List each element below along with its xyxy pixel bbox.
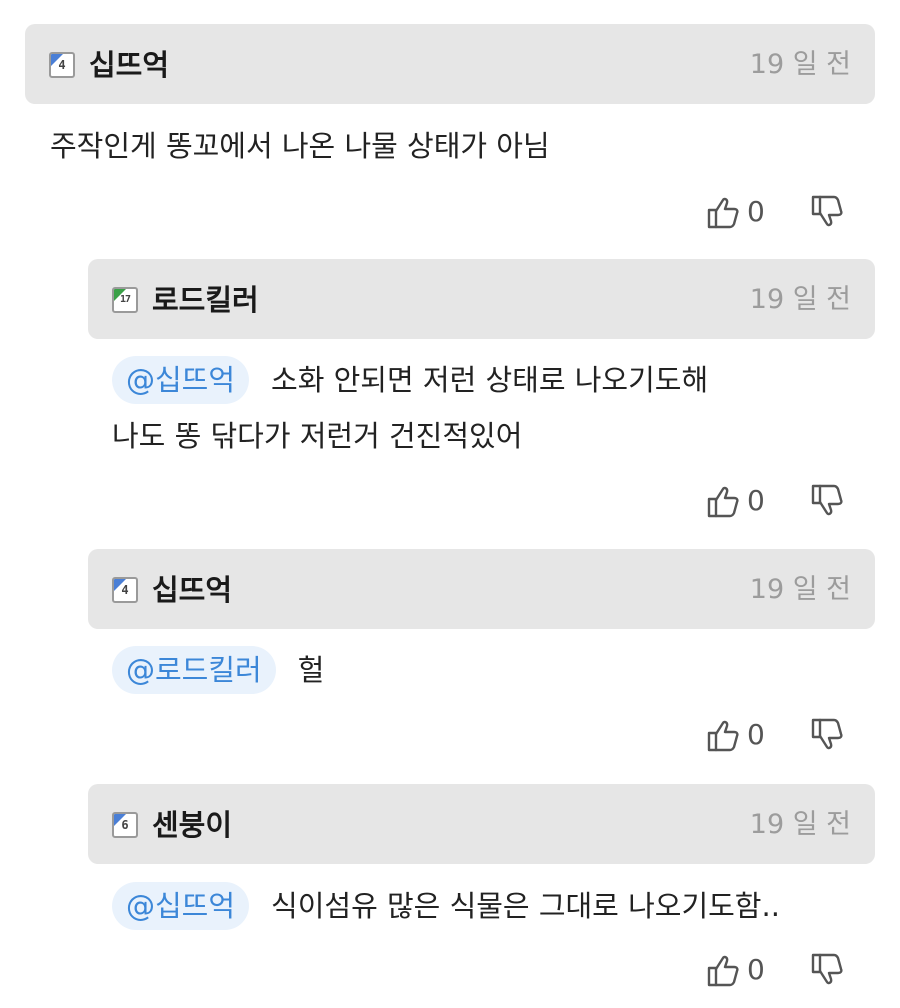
thumbs-down-icon[interactable] <box>809 194 845 230</box>
comment-username[interactable]: 십뜨억 <box>89 46 169 84</box>
like-count: 0 <box>747 718 765 751</box>
level-number: 4 <box>121 583 129 597</box>
like-count: 0 <box>747 953 765 986</box>
vote-bar: 0 <box>705 192 845 232</box>
thumbs-up-icon[interactable] <box>705 717 741 753</box>
level-number: 4 <box>58 58 66 72</box>
comment-username[interactable]: 로드킬러 <box>152 281 259 319</box>
vote-bar: 0 <box>705 950 845 990</box>
mention-tag[interactable]: @로드킬러 <box>112 646 276 694</box>
comment-time: 19 일 전 <box>749 809 851 840</box>
thumbs-up-icon[interactable] <box>705 952 741 988</box>
level-badge-icon: 6 <box>112 812 138 838</box>
comment-text-line: @십뜨억 식이섬유 많은 식물은 그대로 나오기도함.. <box>112 882 780 930</box>
reply-comment: 17 로드킬러 19 일 전 @십뜨억 소화 안되면 저런 상태로 나오기도해 나… <box>88 259 875 529</box>
thumbs-down-icon[interactable] <box>809 717 845 753</box>
comment-time: 19 일 전 <box>749 49 851 80</box>
thumbs-down-icon[interactable] <box>809 952 845 988</box>
mention-tag[interactable]: @십뜨억 <box>112 882 250 930</box>
comment-text: 식이섬유 많은 식물은 그대로 나오기도함.. <box>271 889 780 923</box>
comment-text: 나도 똥 닦다가 저런거 건진적있어 <box>112 419 523 453</box>
comment-text: 주작인게 똥꼬에서 나온 나물 상태가 아님 <box>50 129 550 163</box>
thumbs-down-icon[interactable] <box>809 483 845 519</box>
like-count: 0 <box>747 484 765 517</box>
thumbs-up-icon[interactable] <box>705 483 741 519</box>
level-badge-icon: 17 <box>112 287 138 313</box>
comment-username[interactable]: 십뜨억 <box>152 571 232 609</box>
reply-comment: 4 십뜨억 19 일 전 @로드킬러 헐 0 <box>88 549 875 759</box>
like-count: 0 <box>747 195 765 228</box>
level-number: 17 <box>119 294 131 305</box>
level-badge-icon: 4 <box>112 577 138 603</box>
comment-text-line: @로드킬러 헐 <box>112 646 324 694</box>
vote-bar: 0 <box>705 481 845 521</box>
vote-bar: 0 <box>705 715 845 755</box>
comment-header: 4 십뜨억 19 일 전 <box>25 24 875 104</box>
comment: 4 십뜨억 19 일 전 주작인게 똥꼬에서 나온 나물 상태가 아님 0 <box>25 24 875 234</box>
reply-comment: 6 센붕이 19 일 전 @십뜨억 식이섬유 많은 식물은 그대로 나오기도함..… <box>88 784 875 1004</box>
comment-text: 헐 <box>297 653 325 687</box>
level-number: 6 <box>121 818 129 832</box>
comment-time: 19 일 전 <box>749 574 851 605</box>
comment-text: 소화 안되면 저런 상태로 나오기도해 <box>271 363 709 397</box>
comment-header: 4 십뜨억 19 일 전 <box>88 549 875 629</box>
comment-time: 19 일 전 <box>749 284 851 315</box>
level-badge-icon: 4 <box>49 52 75 78</box>
comment-header: 17 로드킬러 19 일 전 <box>88 259 875 339</box>
thumbs-up-icon[interactable] <box>705 194 741 230</box>
comment-username[interactable]: 센붕이 <box>152 806 232 844</box>
comment-text-line: @십뜨억 소화 안되면 저런 상태로 나오기도해 <box>112 356 708 404</box>
mention-tag[interactable]: @십뜨억 <box>112 356 250 404</box>
comment-header: 6 센붕이 19 일 전 <box>88 784 875 864</box>
